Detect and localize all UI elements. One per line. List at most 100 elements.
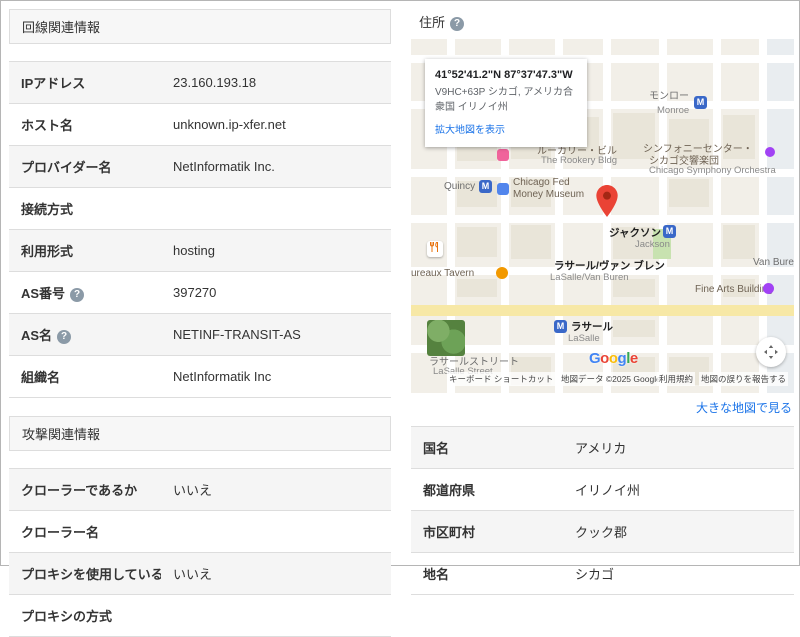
attraction-icon[interactable] xyxy=(763,283,774,294)
poi-label-tavern: ureaux Tavern xyxy=(411,268,474,279)
pan-control[interactable] xyxy=(756,337,786,367)
row-ip-address: IPアドレス 23.160.193.18 xyxy=(9,62,391,104)
station-label-lasalle-vanburen-en: LaSalle/Van Buren xyxy=(550,272,629,283)
row-usage-type: 利用形式 hosting xyxy=(9,230,391,272)
row-value: アメリカ xyxy=(563,427,794,469)
row-city: 市区町村 クック郡 xyxy=(411,511,794,553)
row-uses-proxy: プロキシを使用しているか いいえ xyxy=(9,553,391,595)
expand-map-link[interactable]: 拡大地図を表示 xyxy=(435,121,505,136)
help-icon[interactable]: ? xyxy=(450,17,464,31)
map-building xyxy=(457,227,497,257)
section-header-address: 住所? xyxy=(411,9,794,39)
line-info-table: IPアドレス 23.160.193.18 ホスト名 unknown.ip-xfe… xyxy=(9,61,391,398)
terms-link[interactable]: 利用規約 xyxy=(657,372,695,386)
restaurant-icon[interactable] xyxy=(427,241,443,257)
line-info-card: 回線関連情報 IPアドレス 23.160.193.18 ホスト名 unknown… xyxy=(9,9,391,637)
row-label: AS名 xyxy=(21,328,52,343)
row-value: クック郡 xyxy=(563,511,794,553)
map-footer: 大きな地図で見る xyxy=(411,393,794,420)
help-icon[interactable]: ? xyxy=(70,288,84,302)
row-hostname: ホスト名 unknown.ip-xfer.net xyxy=(9,104,391,146)
poi-label-symphony-en: Chicago Symphony Orchestra xyxy=(649,165,776,176)
section-header-attack-info: 攻撃関連情報 xyxy=(9,416,391,451)
help-icon[interactable]: ? xyxy=(57,330,71,344)
row-label: プロバイダー名 xyxy=(21,160,111,175)
row-label: 地名 xyxy=(423,567,449,582)
row-crawler-name: クローラー名 xyxy=(9,511,391,553)
row-value: 397270 xyxy=(161,272,391,314)
attraction-icon[interactable] xyxy=(765,147,775,157)
street-label-monroe-en: Monroe xyxy=(657,105,689,116)
row-value xyxy=(161,511,391,553)
trees-photo xyxy=(427,320,465,356)
row-label: 市区町村 xyxy=(423,525,475,540)
map-info-card: 41°52'41.2"N 87°37'47.3"W V9HC+63P シカゴ, … xyxy=(425,59,587,147)
map-street-major xyxy=(411,305,794,316)
row-country: 国名 アメリカ xyxy=(411,427,794,469)
row-label: クローラー名 xyxy=(21,525,99,540)
logo-letter: G xyxy=(589,350,600,367)
section-title: 攻撃関連情報 xyxy=(22,427,100,442)
station-label-jackson-jp: ジャクソン xyxy=(609,225,661,240)
row-label: 国名 xyxy=(423,441,449,456)
row-label: プロキシの方式 xyxy=(21,609,112,624)
logo-letter: e xyxy=(630,350,638,367)
row-as-name: AS名? NETINF-TRANSIT-AS xyxy=(9,314,391,356)
plus-code-address: V9HC+63P シカゴ, アメリカ合衆国 イリノイ州 xyxy=(435,86,577,115)
row-value: hosting xyxy=(161,230,391,272)
row-value: NetInformatik Inc xyxy=(161,356,391,398)
station-label-jackson-en: Jackson xyxy=(635,239,670,250)
address-table: 国名 アメリカ 都道府県 イリノイ州 市区町村 クック郡 地名 シカゴ xyxy=(411,426,794,595)
station-label-lasalle-jp: ラサール xyxy=(571,319,613,334)
food-poi-icon[interactable] xyxy=(496,267,508,279)
row-value xyxy=(161,188,391,230)
row-value: unknown.ip-xfer.net xyxy=(161,104,391,146)
row-is-crawler: クローラーであるか いいえ xyxy=(9,469,391,511)
map-pin-icon[interactable] xyxy=(596,185,618,222)
row-value: シカゴ xyxy=(563,553,794,595)
map-building xyxy=(669,179,709,207)
section-title: 住所 xyxy=(419,15,445,30)
row-provider: プロバイダー名 NetInformatik Inc. xyxy=(9,146,391,188)
report-error-link[interactable]: 地図の誤りを報告する xyxy=(699,372,788,386)
row-value: NETINF-TRANSIT-AS xyxy=(161,314,391,356)
coordinates-title: 41°52'41.2"N 87°37'47.3"W xyxy=(435,69,577,81)
map-building xyxy=(723,225,755,259)
metro-station-icon[interactable]: M xyxy=(663,225,676,238)
map-attribution-bar: キーボード ショートカット 地図データ ©2025 Google 利用規約 地図… xyxy=(411,372,794,385)
museum-icon[interactable] xyxy=(497,183,509,195)
station-label-lasalle-vanburen-jp: ラサール/ヴァン ブレン xyxy=(554,258,665,273)
row-proxy-type: プロキシの方式 xyxy=(9,595,391,637)
google-map-embed[interactable]: モンロー M Monroe ルーカリー・ビル The Rookery Bldg … xyxy=(411,39,794,393)
metro-station-icon[interactable]: M xyxy=(479,180,492,193)
row-label: 都道府県 xyxy=(423,483,475,498)
google-logo[interactable]: Google xyxy=(589,350,638,367)
row-value: いいえ xyxy=(161,469,391,511)
poi-label-rookery-en: The Rookery Bldg xyxy=(541,155,617,166)
street-label-vanburen: Van Buren xyxy=(753,257,794,268)
row-label: 接続方式 xyxy=(21,202,73,217)
row-organization: 組織名 NetInformatik Inc xyxy=(9,356,391,398)
logo-letter: o xyxy=(600,350,609,367)
view-larger-map-link[interactable]: 大きな地図で見る xyxy=(696,401,792,415)
row-as-number: AS番号? 397270 xyxy=(9,272,391,314)
address-card: 住所? xyxy=(411,9,794,595)
station-label-quincy: Quincy xyxy=(444,181,475,192)
map-building xyxy=(613,320,655,337)
logo-letter: g xyxy=(618,350,627,367)
poi-label-fed-line1: Chicago Fed xyxy=(513,177,570,188)
row-connection-type: 接続方式 xyxy=(9,188,391,230)
row-prefecture: 都道府県 イリノイ州 xyxy=(411,469,794,511)
metro-station-icon[interactable]: M xyxy=(554,320,567,333)
section-title: 回線関連情報 xyxy=(22,20,100,35)
metro-station-icon[interactable]: M xyxy=(694,96,707,109)
row-label: 利用形式 xyxy=(21,244,73,259)
map-building xyxy=(457,279,497,297)
row-label: ホスト名 xyxy=(21,118,73,133)
keyboard-shortcuts-link[interactable]: キーボード ショートカット xyxy=(447,372,555,386)
row-label: 組織名 xyxy=(21,370,60,385)
row-value xyxy=(161,595,391,637)
row-label: クローラーであるか xyxy=(21,483,137,498)
landmark-badge-icon[interactable] xyxy=(497,149,509,161)
row-label: AS番号 xyxy=(21,286,65,301)
